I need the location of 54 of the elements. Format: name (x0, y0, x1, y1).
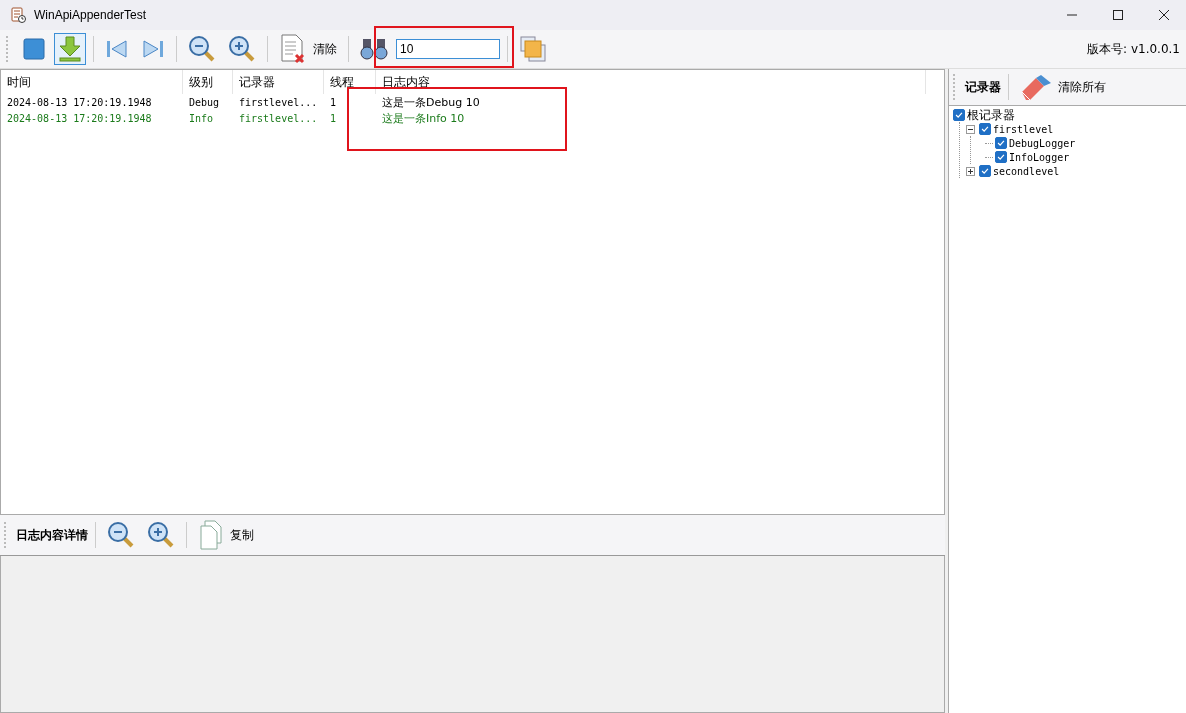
window-title: WinApiAppenderTest (34, 8, 147, 22)
close-icon[interactable] (1158, 9, 1170, 21)
skip-first-icon (105, 37, 129, 61)
tree-item[interactable]: InfoLogger (1009, 151, 1070, 163)
checkbox[interactable] (953, 109, 965, 121)
column-header[interactable]: 时间 (1, 70, 183, 94)
panel-title: 日志内容详情 (16, 526, 88, 544)
panel-title: 记录器 (965, 78, 1001, 96)
checkbox[interactable] (995, 137, 1007, 149)
copy-button[interactable]: 复制 (194, 517, 258, 553)
zoom-out-icon (188, 35, 216, 63)
log-row[interactable]: 2024-08-13 17:20:19.1948 Info firstlevel... 1 这是一条Info 10 (1, 110, 944, 126)
table-cell-text: firstlevel... (238, 96, 319, 108)
windows-icon (519, 35, 547, 63)
expand-icon[interactable] (966, 166, 975, 176)
column-header[interactable]: 日志内容 (376, 70, 926, 94)
tree-item[interactable]: secondlevel (993, 165, 1060, 177)
zoom-in-icon (228, 35, 256, 63)
table-cell-text: Info (188, 112, 215, 124)
column-header[interactable]: 记录器 (233, 70, 324, 94)
search-field[interactable]: 10 (396, 39, 500, 59)
eraser-icon (1020, 74, 1052, 100)
binoculars-icon (360, 36, 388, 62)
table-cell-text: 这是一条Debug 10 (381, 94, 481, 110)
checkbox[interactable] (995, 151, 1007, 163)
download-arrow-icon (58, 36, 82, 62)
copy-icon (198, 520, 224, 550)
table-cell-text: firstlevel... (238, 112, 319, 124)
tree-item[interactable]: 根记录器 (967, 106, 1015, 124)
clear-button[interactable]: 清除 (275, 31, 341, 67)
table-cell-text: 这是一条Info 10 (381, 110, 466, 126)
column-header[interactable]: 线程 (324, 70, 376, 94)
version-label: 版本号: v1.0.0.1 (1087, 40, 1180, 58)
skip-last-icon (141, 37, 165, 61)
zoom-out-icon (107, 521, 135, 549)
tree-item[interactable]: firstlevel (993, 123, 1054, 135)
log-row[interactable]: 2024-08-13 17:20:19.1948 Debug firstlevel... 1 这是一条Debug 10 (1, 94, 944, 110)
zoom-in-icon (147, 521, 175, 549)
clear-all-button[interactable]: 清除所有 (1016, 71, 1110, 103)
checkbox[interactable] (979, 123, 991, 135)
app-icon (10, 7, 26, 23)
download-button[interactable] (54, 33, 86, 65)
table-cell-text: 2024-08-13 17:20:19.1948 (6, 112, 153, 124)
table-cell-text: Debug (188, 96, 221, 108)
table-cell-text: 1 (329, 112, 338, 124)
collapse-icon[interactable] (966, 124, 975, 134)
maximize-icon[interactable] (1112, 9, 1124, 21)
document-delete-icon (279, 34, 307, 64)
table-cell-text: 1 (329, 96, 338, 108)
checkbox[interactable] (979, 165, 991, 177)
square-icon (22, 37, 46, 61)
table-cell-text: 2024-08-13 17:20:19.1948 (6, 96, 153, 108)
tree-item[interactable]: DebugLogger (1009, 137, 1076, 149)
column-header[interactable]: 级别 (183, 70, 233, 94)
